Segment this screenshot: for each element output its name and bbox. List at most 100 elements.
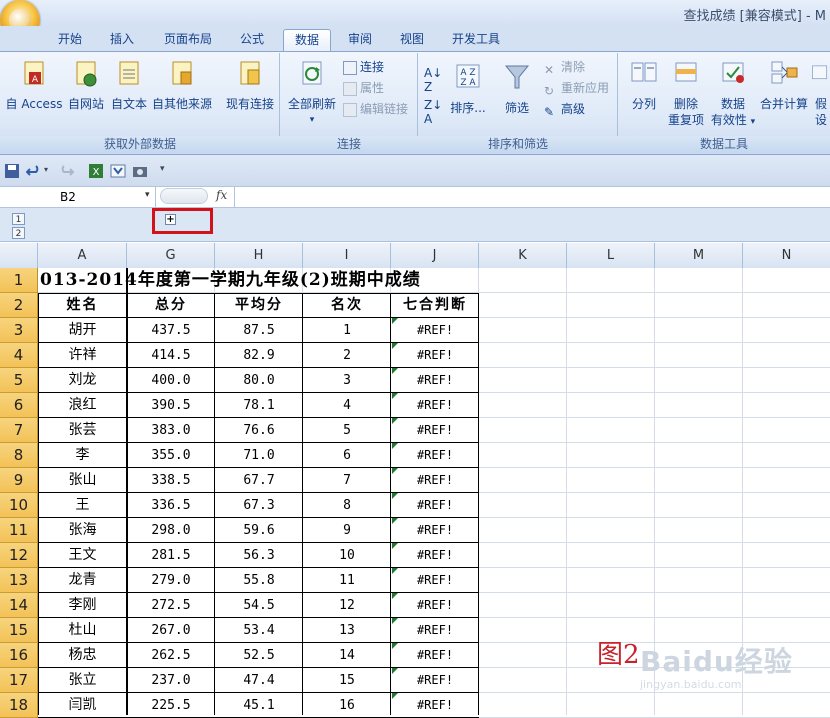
select-all-corner[interactable] (0, 243, 38, 268)
row-header[interactable]: 15 (0, 618, 38, 643)
error-cell[interactable]: #REF! (391, 643, 479, 668)
table-cell[interactable]: 9 (303, 518, 391, 543)
column-header-k[interactable]: K (479, 243, 567, 268)
table-cell[interactable]: 272.5 (127, 593, 215, 618)
sort-az-icon[interactable]: A↓ Z (424, 66, 442, 94)
advanced-filter-button[interactable]: ✎ 高级 (544, 100, 585, 119)
table-cell[interactable]: 张芸 (38, 418, 127, 443)
table-cell[interactable]: 45.1 (215, 693, 303, 718)
row-header[interactable]: 8 (0, 443, 38, 468)
clear-filter-button[interactable]: ✕ 清除 (544, 58, 585, 77)
error-cell[interactable]: #REF! (391, 418, 479, 443)
error-indicator-icon[interactable] (392, 543, 398, 549)
table-cell[interactable]: 6 (303, 443, 391, 468)
table-cell[interactable]: 浪红 (38, 393, 127, 418)
table-cell[interactable]: 4 (303, 393, 391, 418)
table-cell[interactable]: 281.5 (127, 543, 215, 568)
name-box-dropdown-icon[interactable]: ▾ (145, 190, 150, 200)
undo-dropdown-icon[interactable]: ▾ (44, 165, 48, 174)
formula-input[interactable] (234, 187, 830, 207)
properties-button[interactable]: 属性 (343, 79, 384, 97)
row-header[interactable]: 5 (0, 368, 38, 393)
tab-review[interactable]: 审阅 (338, 29, 382, 51)
undo-icon[interactable] (26, 163, 42, 179)
what-if-button[interactable]: 假设 (810, 58, 830, 128)
row-header[interactable]: 9 (0, 468, 38, 493)
name-box[interactable]: B2 (0, 187, 156, 207)
table-cell[interactable]: 杜山 (38, 618, 127, 643)
table-cell[interactable]: 2 (303, 343, 391, 368)
table-cell[interactable]: 胡开 (38, 318, 127, 343)
table-cell[interactable]: 237.0 (127, 668, 215, 693)
error-indicator-icon[interactable] (392, 393, 398, 399)
table-cell[interactable]: 53.4 (215, 618, 303, 643)
excel-export-icon[interactable]: X (88, 163, 104, 179)
row-header[interactable]: 10 (0, 493, 38, 518)
tab-formulas[interactable]: 公式 (230, 29, 274, 51)
table-cell[interactable]: 14 (303, 643, 391, 668)
table-cell[interactable]: 59.6 (215, 518, 303, 543)
table-cell[interactable]: 张海 (38, 518, 127, 543)
error-indicator-icon[interactable] (392, 418, 398, 424)
customize-qat-icon[interactable]: ▾ (160, 164, 165, 174)
table-cell[interactable]: 李刚 (38, 593, 127, 618)
table-cell[interactable]: 11 (303, 568, 391, 593)
table-cell[interactable]: 47.4 (215, 668, 303, 693)
table-cell[interactable]: 56.3 (215, 543, 303, 568)
table-cell[interactable]: 52.5 (215, 643, 303, 668)
error-indicator-icon[interactable] (392, 368, 398, 374)
existing-connections-button[interactable]: 现有连接 (222, 58, 278, 112)
row-header[interactable]: 17 (0, 668, 38, 693)
error-cell[interactable]: #REF! (391, 518, 479, 543)
row-header[interactable]: 11 (0, 518, 38, 543)
save-icon[interactable] (4, 163, 20, 179)
data-validation-button[interactable]: 数据 有效性 ▾ (710, 58, 756, 130)
table-cell[interactable]: 王文 (38, 543, 127, 568)
tab-data[interactable]: 数据 (283, 29, 331, 51)
tab-insert[interactable]: 插入 (100, 29, 144, 51)
table-cell[interactable]: 336.5 (127, 493, 215, 518)
row-header[interactable]: 14 (0, 593, 38, 618)
table-cell[interactable]: 279.0 (127, 568, 215, 593)
table-cell[interactable]: 闫凯 (38, 693, 127, 718)
table-header-cell[interactable]: 平均分 (215, 293, 303, 318)
text-to-columns-button[interactable]: 分列 (626, 58, 662, 112)
table-header-cell[interactable]: 总分 (127, 293, 215, 318)
error-indicator-icon[interactable] (392, 693, 398, 699)
table-cell[interactable]: 82.9 (215, 343, 303, 368)
error-indicator-icon[interactable] (392, 568, 398, 574)
refresh-all-button[interactable]: 全部刷新 ▾ (286, 58, 338, 128)
table-cell[interactable]: 298.0 (127, 518, 215, 543)
insert-function-icon[interactable]: fx (216, 188, 227, 202)
error-cell[interactable]: #REF! (391, 493, 479, 518)
table-header-cell[interactable]: 七合判断 (391, 293, 479, 318)
sort-za-icon[interactable]: Z↓ A (424, 98, 442, 126)
error-cell[interactable]: #REF! (391, 593, 479, 618)
sort-quick-icon[interactable] (110, 163, 126, 179)
table-cell[interactable]: 383.0 (127, 418, 215, 443)
error-indicator-icon[interactable] (392, 668, 398, 674)
table-cell[interactable]: 李 (38, 443, 127, 468)
table-cell[interactable]: 80.0 (215, 368, 303, 393)
row-header[interactable]: 13 (0, 568, 38, 593)
column-header-m[interactable]: M (655, 243, 743, 268)
error-cell[interactable]: #REF! (391, 668, 479, 693)
table-cell[interactable]: 71.0 (215, 443, 303, 468)
error-indicator-icon[interactable] (392, 443, 398, 449)
from-web-button[interactable]: 自网站 (64, 58, 108, 112)
row-header[interactable]: 18 (0, 693, 38, 718)
table-cell[interactable]: 55.8 (215, 568, 303, 593)
row-header[interactable]: 3 (0, 318, 38, 343)
row-header[interactable]: 6 (0, 393, 38, 418)
error-cell[interactable]: #REF! (391, 318, 479, 343)
table-cell[interactable]: 7 (303, 468, 391, 493)
tab-page-layout[interactable]: 页面布局 (155, 29, 221, 51)
consolidate-button[interactable]: 合并计算 (758, 58, 810, 112)
table-cell[interactable]: 15 (303, 668, 391, 693)
error-cell[interactable]: #REF! (391, 393, 479, 418)
error-cell[interactable]: #REF! (391, 468, 479, 493)
outline-level-2-button[interactable]: 2 (12, 227, 25, 239)
error-cell[interactable]: #REF! (391, 568, 479, 593)
table-cell[interactable]: 13 (303, 618, 391, 643)
outline-level-1-button[interactable]: 1 (12, 213, 25, 225)
